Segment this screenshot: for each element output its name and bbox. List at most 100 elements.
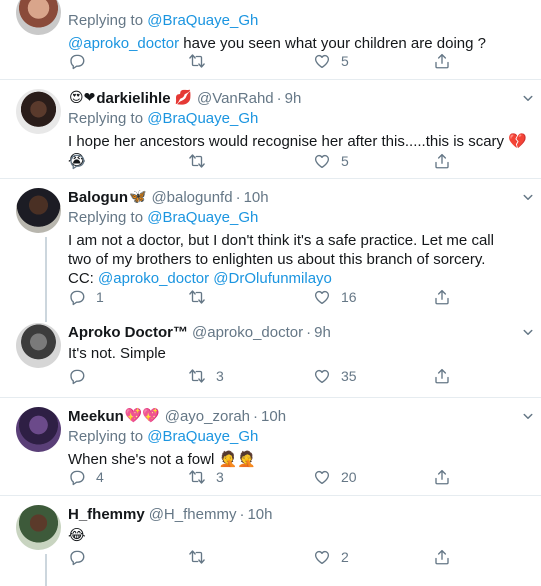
user-handle[interactable]: @balogunfd (151, 189, 232, 206)
tweet-actions: 5 (68, 52, 468, 72)
replying-to-link[interactable]: @BraQuaye_Gh (147, 110, 258, 127)
share-icon (433, 468, 451, 486)
name-emoji: 😍❤ (69, 90, 96, 106)
separator-dot: · (239, 505, 245, 523)
mention-links[interactable]: @aproko_doctor @DrOlufunmilayo (98, 270, 332, 287)
timestamp[interactable]: 10h (247, 506, 272, 523)
display-name[interactable]: Aproko Doctor™ (68, 324, 188, 341)
replying-to-link[interactable]: @BraQuaye_Gh (147, 209, 258, 226)
display-name[interactable]: Balogun (68, 189, 128, 206)
share-button[interactable] (433, 152, 451, 170)
timestamp[interactable]: 9h (314, 324, 331, 341)
tweet-text: 😂 (68, 527, 86, 544)
tweet-text: I am not a doctor, but I don't think it'… (68, 232, 494, 268)
reply-button[interactable] (68, 548, 96, 566)
tweet-text: It's not. Simple (68, 345, 166, 362)
like-button[interactable]: 5 (313, 52, 349, 70)
like-icon (313, 52, 331, 70)
separator-dot: · (253, 407, 259, 425)
caret-down-icon[interactable] (519, 407, 537, 425)
reply-button[interactable] (68, 52, 96, 70)
avatar[interactable] (16, 505, 61, 550)
tweet-4[interactable]: Meekun 💖💖 @ayo_zorah · 10h Replying to @… (0, 398, 541, 496)
mention-link[interactable]: @aproko_doctor (68, 35, 179, 52)
user-handle[interactable]: @aproko_doctor (192, 324, 303, 341)
share-button[interactable] (433, 52, 451, 70)
caret-down-icon[interactable] (519, 89, 537, 107)
user-handle[interactable]: @H_fhemmy (149, 506, 237, 523)
reply-icon (68, 52, 86, 70)
like-icon (313, 152, 331, 170)
name-emoji: 🦋 (129, 189, 147, 205)
share-icon (433, 548, 451, 566)
tweet-header: H_fhemmy @H_fhemmy · 10h (68, 504, 527, 524)
retweet-button[interactable] (188, 288, 216, 306)
tweet-1[interactable]: 😍❤ darkielihle 💋 @VanRahd · 9h Replying … (0, 80, 541, 179)
caret-down-icon[interactable] (519, 323, 537, 341)
display-name[interactable]: H_fhemmy (68, 506, 145, 523)
replying-to: Replying to @BraQuaye_Gh (68, 428, 259, 445)
reply-icon (68, 152, 86, 170)
tweet-header: 😍❤ darkielihle 💋 @VanRahd · 9h (68, 88, 527, 108)
like-button[interactable]: 35 (313, 367, 357, 385)
retweet-button[interactable] (188, 52, 216, 70)
replying-to-link[interactable]: @BraQuaye_Gh (147, 12, 258, 29)
avatar[interactable] (16, 89, 61, 134)
avatar[interactable] (16, 323, 61, 368)
tweet-0[interactable]: Replying to @BraQuaye_Gh @aproko_doctor … (0, 0, 541, 80)
avatar[interactable] (16, 188, 61, 233)
retweet-button[interactable] (188, 152, 216, 170)
tweet-2[interactable]: Balogun 🦋 @balogunfd · 10h Replying to @… (0, 179, 541, 314)
like-button[interactable]: 2 (313, 548, 349, 566)
thread-line (45, 237, 47, 314)
share-icon (433, 52, 451, 70)
reply-icon (68, 367, 86, 385)
user-handle[interactable]: @ayo_zorah (165, 408, 250, 425)
share-icon (433, 152, 451, 170)
reply-button[interactable]: 4 (68, 468, 104, 486)
like-icon (313, 288, 331, 306)
tweet-header: Meekun 💖💖 @ayo_zorah · 10h (68, 406, 527, 426)
reply-icon (68, 288, 86, 306)
retweet-button[interactable]: 3 (188, 468, 224, 486)
tweet-cc-line: CC: @aproko_doctor @DrOlufunmilayo (68, 270, 332, 287)
tweet-3[interactable]: Aproko Doctor™ @aproko_doctor · 9h It's … (0, 314, 541, 398)
replying-to-link[interactable]: @BraQuaye_Gh (147, 428, 258, 445)
like-icon (313, 468, 331, 486)
retweet-button[interactable]: 3 (188, 367, 224, 385)
name-emoji: 💋 (174, 90, 192, 106)
display-name[interactable]: darkielihle (96, 90, 170, 107)
tweet-actions: 1 16 (68, 288, 468, 308)
retweet-button[interactable] (188, 548, 216, 566)
tweet-text: When she's not a fowl 🤦🤦 (68, 451, 256, 468)
share-button[interactable] (433, 367, 451, 385)
timestamp[interactable]: 9h (285, 90, 302, 107)
timestamp[interactable]: 10h (261, 408, 286, 425)
caret-down-icon[interactable] (519, 188, 537, 206)
like-icon (313, 548, 331, 566)
share-button[interactable] (433, 468, 451, 486)
like-button[interactable]: 5 (313, 152, 349, 170)
reply-button[interactable] (68, 367, 96, 385)
reply-button[interactable]: 1 (68, 288, 104, 306)
avatar[interactable] (16, 407, 61, 452)
timestamp[interactable]: 10h (244, 189, 269, 206)
avatar[interactable] (16, 0, 61, 35)
replying-to: Replying to @BraQuaye_Gh (68, 209, 259, 226)
tweet-header: Aproko Doctor™ @aproko_doctor · 9h (68, 322, 527, 342)
tweet-5[interactable]: H_fhemmy @H_fhemmy · 10h 😂 2 (0, 496, 541, 586)
share-button[interactable] (433, 288, 451, 306)
thread-line (45, 314, 47, 322)
retweet-icon (188, 152, 206, 170)
tweet-actions: 3 35 (68, 367, 468, 387)
share-button[interactable] (433, 548, 451, 566)
tweet-actions: 5 (68, 152, 468, 172)
user-handle[interactable]: @VanRahd (197, 90, 274, 107)
like-button[interactable]: 20 (313, 468, 357, 486)
tweet-header: Balogun 🦋 @balogunfd · 10h (68, 187, 527, 207)
display-name[interactable]: Meekun (68, 408, 124, 425)
like-button[interactable]: 16 (313, 288, 357, 306)
share-icon (433, 367, 451, 385)
reply-button[interactable] (68, 152, 96, 170)
separator-dot: · (276, 89, 282, 107)
